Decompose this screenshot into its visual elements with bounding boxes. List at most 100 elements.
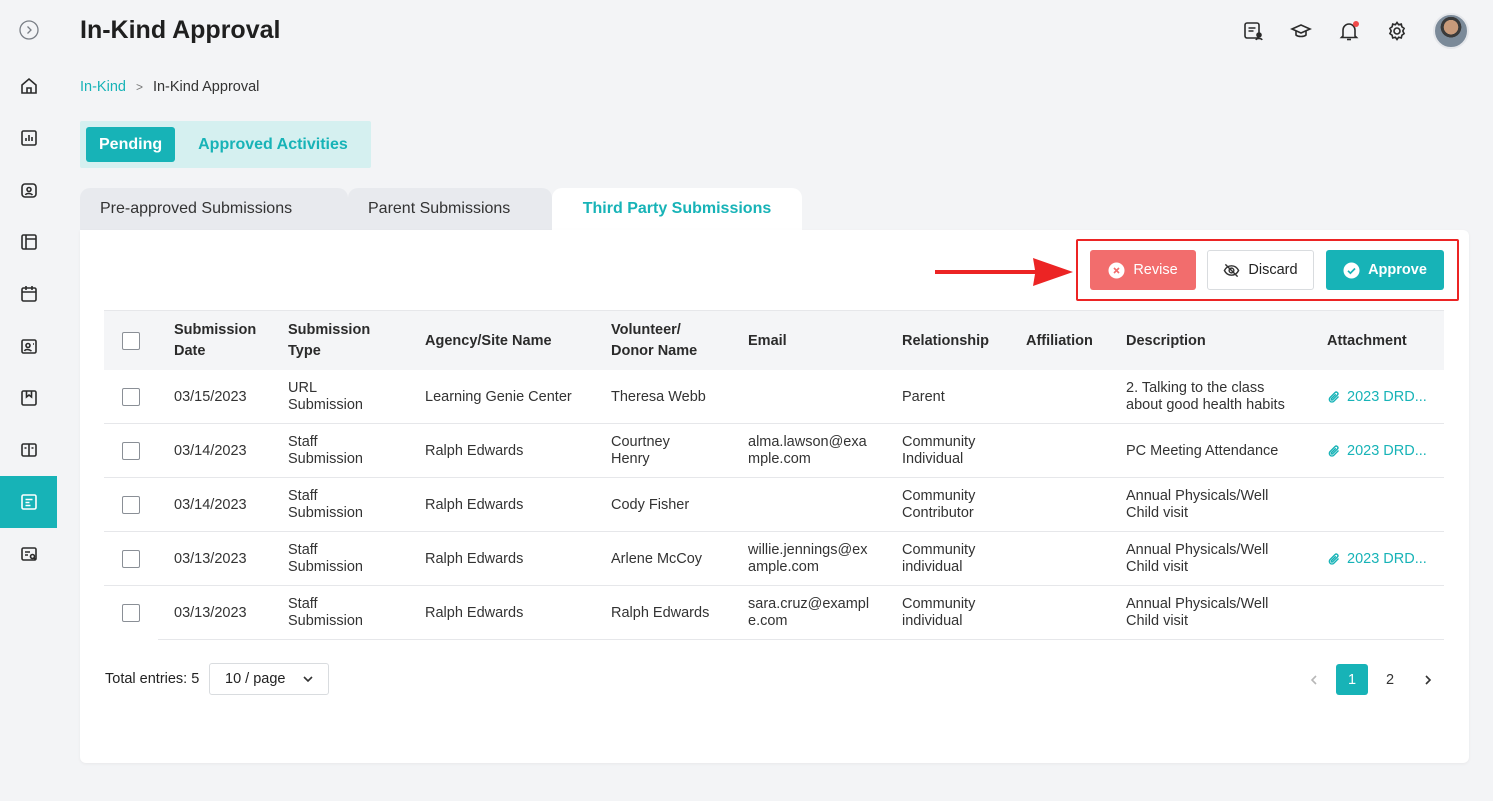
cell-agency: Ralph Edwards bbox=[425, 496, 524, 513]
bookmark-icon bbox=[20, 390, 37, 406]
row-checkbox-cell bbox=[122, 532, 140, 586]
cell-description: Annual Physicals/Well Child visit bbox=[1126, 596, 1269, 629]
prev-page-button[interactable] bbox=[1300, 664, 1328, 695]
page-2-button[interactable]: 2 bbox=[1375, 664, 1405, 695]
sidebar-expand-button[interactable] bbox=[0, 4, 57, 56]
table-row[interactable]: 03/13/2023 Staff Submission Ralph Edwards Ra… bbox=[122, 586, 1444, 640]
top-toolbar bbox=[1229, 12, 1469, 50]
page-size-value: 10 / page bbox=[225, 671, 286, 687]
messages-button[interactable] bbox=[1229, 12, 1277, 50]
cell-email: alma.lawson@exa mple.com bbox=[748, 434, 867, 467]
header-volunteer[interactable]: Volunteer/ Donor Name bbox=[611, 311, 697, 371]
header-affiliation[interactable]: Affiliation bbox=[1026, 311, 1093, 371]
settings-button[interactable] bbox=[1373, 12, 1421, 50]
attachment-link[interactable]: 2023 DRD... bbox=[1327, 532, 1427, 586]
row-checkbox[interactable] bbox=[122, 388, 140, 406]
chevron-right-icon: > bbox=[135, 80, 143, 94]
cell-agency: Ralph Edwards bbox=[425, 604, 524, 621]
table-row[interactable]: 03/14/2023 Staff Submission Ralph Edwards Co… bbox=[104, 424, 1444, 478]
check-circle-icon bbox=[1343, 262, 1360, 278]
layout-icon bbox=[20, 234, 37, 250]
revise-label: Revise bbox=[1133, 262, 1178, 278]
sidebar-item-home[interactable] bbox=[0, 60, 57, 112]
sidebar-item-reports[interactable] bbox=[0, 112, 57, 164]
cell-relationship: Community Contributor bbox=[902, 488, 976, 521]
page-size-select[interactable]: 10 / page bbox=[209, 663, 329, 695]
book-icon bbox=[20, 443, 37, 457]
breadcrumb-link-inkind[interactable]: In-Kind bbox=[80, 79, 126, 95]
attachment-link[interactable]: 2023 DRD... bbox=[1327, 370, 1427, 424]
sidebar-item-contacts[interactable] bbox=[0, 320, 57, 372]
inkind-list-icon bbox=[20, 494, 37, 510]
header-submission-date[interactable]: Submission Date bbox=[174, 311, 256, 371]
row-checkbox-cell bbox=[122, 424, 140, 478]
sidebar-item-bookmarks[interactable] bbox=[0, 372, 57, 424]
gear-icon bbox=[1388, 21, 1406, 41]
cell-date: 03/14/2023 bbox=[174, 496, 247, 513]
header-agency[interactable]: Agency/Site Name bbox=[425, 311, 552, 371]
tab-preapproved-submissions[interactable]: Pre-approved Submissions bbox=[80, 188, 348, 230]
tab-approved-activities[interactable]: Approved Activities bbox=[185, 127, 361, 162]
attachment-link[interactable]: 2023 DRD... bbox=[1327, 424, 1427, 478]
graduation-cap-icon bbox=[1290, 24, 1312, 38]
cell-type: URL Submission bbox=[288, 380, 363, 413]
sidebar-item-search-records[interactable] bbox=[0, 528, 57, 580]
header-relationship[interactable]: Relationship bbox=[902, 311, 989, 371]
cell-date: 03/15/2023 bbox=[174, 388, 247, 405]
tab-third-party-submissions[interactable]: Third Party Submissions bbox=[552, 188, 802, 230]
header-attachment[interactable]: Attachment bbox=[1327, 311, 1407, 371]
header-description[interactable]: Description bbox=[1126, 311, 1206, 371]
next-page-button[interactable] bbox=[1414, 664, 1442, 695]
cell-date: 03/13/2023 bbox=[174, 550, 247, 567]
row-checkbox[interactable] bbox=[122, 604, 140, 622]
bar-chart-icon bbox=[20, 130, 37, 146]
chevron-left-icon bbox=[1310, 674, 1317, 685]
chevron-down-icon bbox=[303, 676, 313, 683]
table-row[interactable]: 03/15/2023 URL Submission Learning Genie Ce… bbox=[104, 370, 1444, 424]
header-email[interactable]: Email bbox=[748, 311, 787, 371]
discard-label: Discard bbox=[1248, 262, 1298, 278]
message-user-icon bbox=[1244, 22, 1263, 41]
notifications-button[interactable] bbox=[1325, 12, 1373, 50]
sidebar bbox=[0, 0, 57, 801]
cell-agency: Ralph Edwards bbox=[425, 442, 524, 459]
tab-pending[interactable]: Pending bbox=[86, 127, 176, 162]
total-entries: Total entries: 5 bbox=[105, 671, 200, 687]
sidebar-item-layout[interactable] bbox=[0, 216, 57, 268]
row-checkbox[interactable] bbox=[122, 550, 140, 568]
page-1-button[interactable]: 1 bbox=[1336, 664, 1368, 695]
training-button[interactable] bbox=[1277, 12, 1325, 50]
cell-volunteer: Theresa Webb bbox=[611, 388, 706, 405]
cell-description: Annual Physicals/Well Child visit bbox=[1126, 488, 1269, 521]
select-all-checkbox[interactable] bbox=[122, 332, 140, 350]
chevron-right-icon bbox=[1425, 674, 1432, 685]
row-checkbox[interactable] bbox=[122, 442, 140, 460]
sidebar-item-profiles[interactable] bbox=[0, 164, 57, 216]
header-submission-type[interactable]: Submission Type bbox=[288, 311, 370, 371]
cell-volunteer: Cody Fisher bbox=[611, 496, 690, 513]
cell-volunteer: Courtney Henry bbox=[611, 434, 670, 467]
revise-button[interactable]: Revise bbox=[1090, 250, 1196, 290]
paperclip-icon bbox=[1328, 391, 1339, 403]
cell-volunteer: Arlene McCoy bbox=[611, 550, 703, 567]
breadcrumb-current: In-Kind Approval bbox=[152, 79, 260, 95]
row-checkbox[interactable] bbox=[122, 496, 140, 514]
row-checkbox-cell bbox=[122, 370, 140, 424]
table-row[interactable]: 03/13/2023 Staff Submission Ralph Edwards Ar… bbox=[104, 532, 1444, 586]
status-tabs: Pending Approved Activities bbox=[80, 121, 371, 168]
tab-parent-submissions[interactable]: Parent Submissions bbox=[348, 188, 552, 230]
cell-relationship: Community individual bbox=[902, 542, 976, 575]
discard-button[interactable]: Discard bbox=[1207, 250, 1314, 290]
home-icon bbox=[20, 77, 37, 94]
cell-type: Staff Submission bbox=[288, 596, 363, 629]
page-title: In-Kind Approval bbox=[80, 16, 281, 44]
sidebar-item-calendar[interactable] bbox=[0, 268, 57, 320]
sidebar-item-library[interactable] bbox=[0, 424, 57, 476]
sidebar-item-inkind[interactable] bbox=[0, 476, 57, 528]
avatar[interactable] bbox=[1433, 13, 1469, 49]
row-checkbox-cell bbox=[122, 586, 140, 640]
cell-description: 2. Talking to the class about good health… bbox=[1126, 380, 1285, 413]
id-card-icon bbox=[20, 183, 37, 198]
approve-button[interactable]: Approve bbox=[1326, 250, 1444, 290]
table-row[interactable]: 03/14/2023 Staff Submission Ralph Edwards Co… bbox=[104, 478, 1444, 532]
